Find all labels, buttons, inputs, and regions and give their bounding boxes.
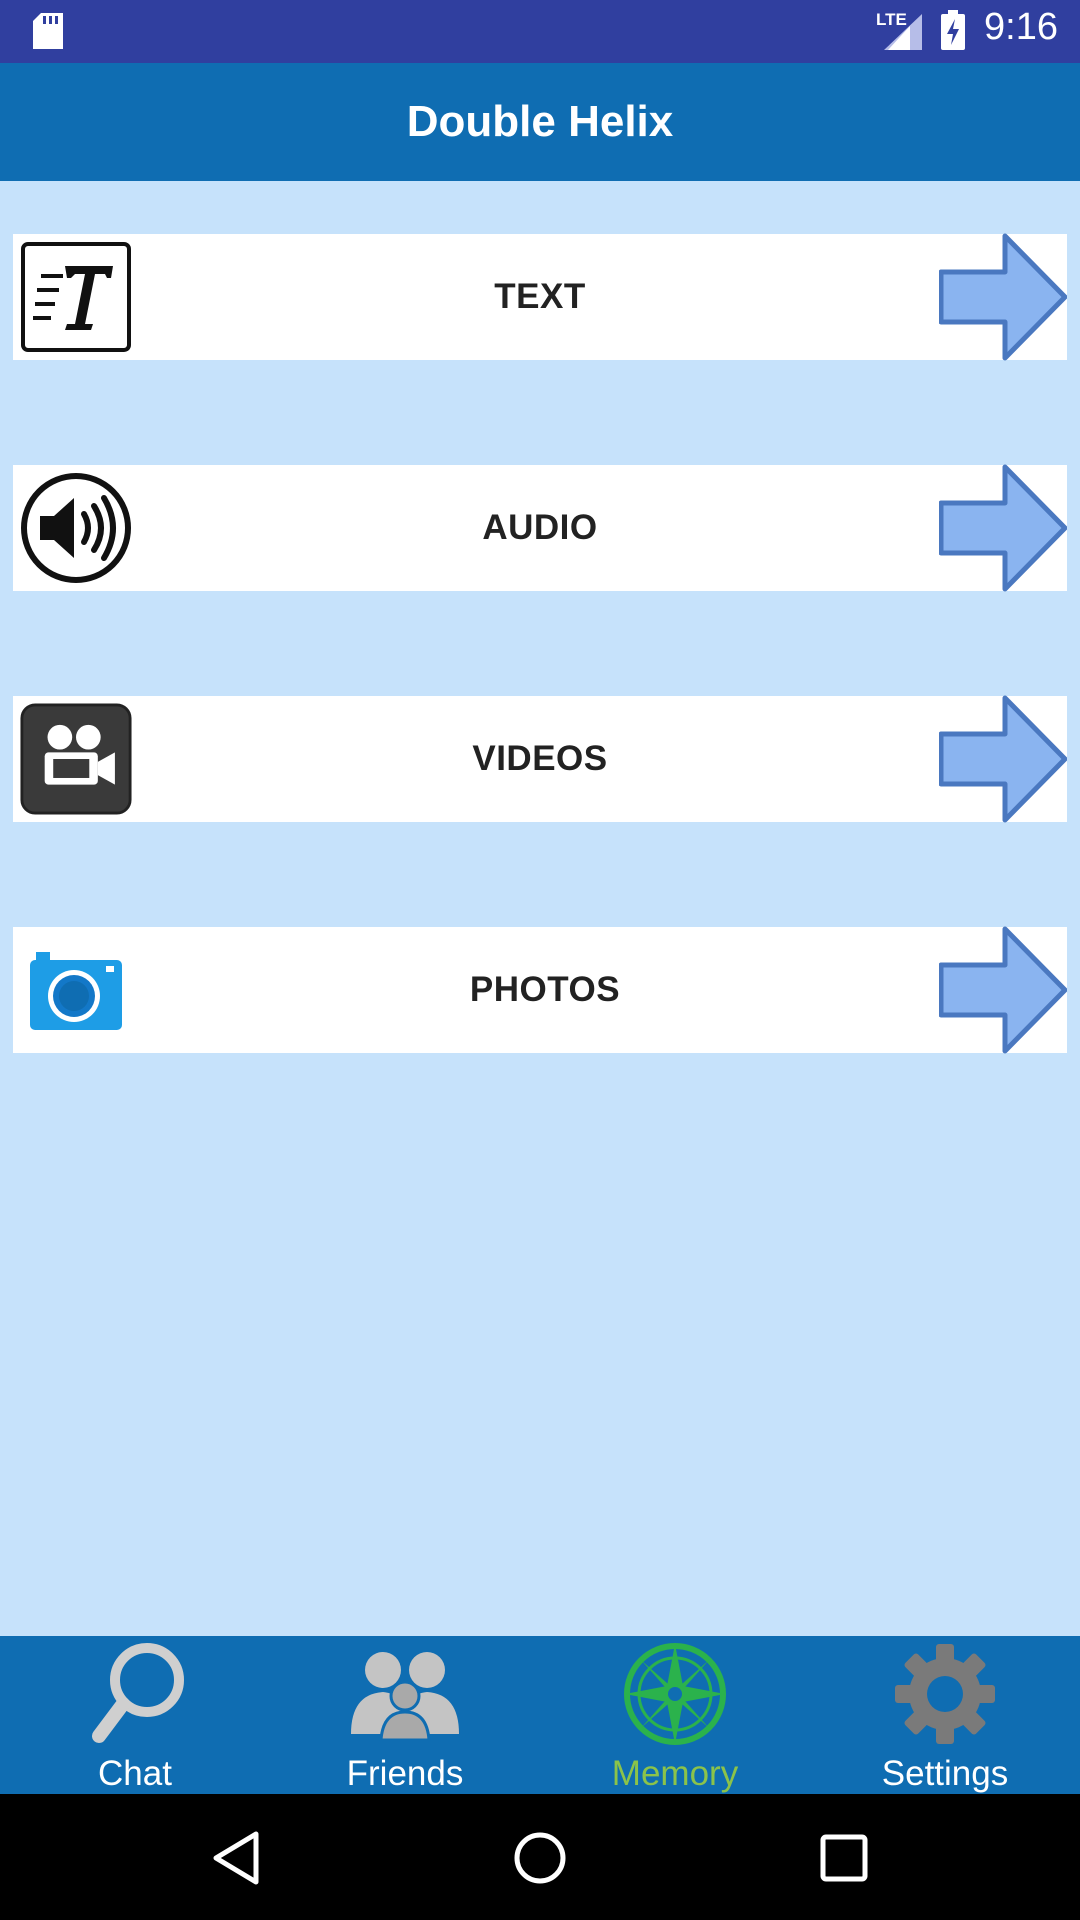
menu-item-label: PHOTOS <box>469 970 621 1009</box>
tab-memory[interactable]: Memory <box>540 1636 810 1794</box>
menu-item-videos[interactable]: VIDEOS <box>13 695 1067 823</box>
compass-icon <box>624 1643 726 1745</box>
app-title: Double Helix <box>406 97 674 146</box>
menu-item-label: AUDIO <box>482 508 598 547</box>
status-time: 9:16 <box>984 6 1058 48</box>
battery-charging-icon <box>941 10 965 50</box>
menu-item-audio[interactable]: AUDIO <box>13 464 1067 592</box>
menu-item-label: TEXT <box>494 277 586 316</box>
arrow-right-icon <box>939 926 1067 1054</box>
tab-label: Chat <box>98 1754 172 1793</box>
menu-item-photos[interactable]: PHOTOS <box>13 926 1067 1054</box>
friends-icon <box>351 1652 459 1742</box>
memory-content: TEXT AUDIO VIDEOS PHOTOS <box>0 181 1080 1636</box>
tab-label: Memory <box>611 1754 739 1793</box>
app-bar: Double Helix <box>0 63 1080 181</box>
system-nav-bar <box>0 1794 1080 1920</box>
search-icon <box>92 1643 184 1743</box>
status-bar: LTE 9:16 <box>0 0 1080 63</box>
bottom-nav: Chat Friends Memory Settings <box>0 1636 1080 1794</box>
home-icon[interactable] <box>504 1822 576 1894</box>
sd-card-icon <box>33 13 63 49</box>
arrow-right-icon <box>939 233 1067 361</box>
tab-label: Settings <box>881 1754 1009 1793</box>
tab-label: Friends <box>346 1754 464 1793</box>
signal-icon <box>884 14 922 50</box>
arrow-right-icon <box>939 464 1067 592</box>
gear-icon <box>895 1644 995 1744</box>
tab-settings[interactable]: Settings <box>810 1636 1080 1794</box>
menu-item-label: VIDEOS <box>472 739 608 778</box>
tab-chat[interactable]: Chat <box>0 1636 270 1794</box>
arrow-right-icon <box>939 695 1067 823</box>
tab-friends[interactable]: Friends <box>270 1636 540 1794</box>
back-icon[interactable] <box>200 1822 272 1894</box>
recents-icon[interactable] <box>808 1822 880 1894</box>
menu-item-text[interactable]: TEXT <box>13 233 1067 361</box>
